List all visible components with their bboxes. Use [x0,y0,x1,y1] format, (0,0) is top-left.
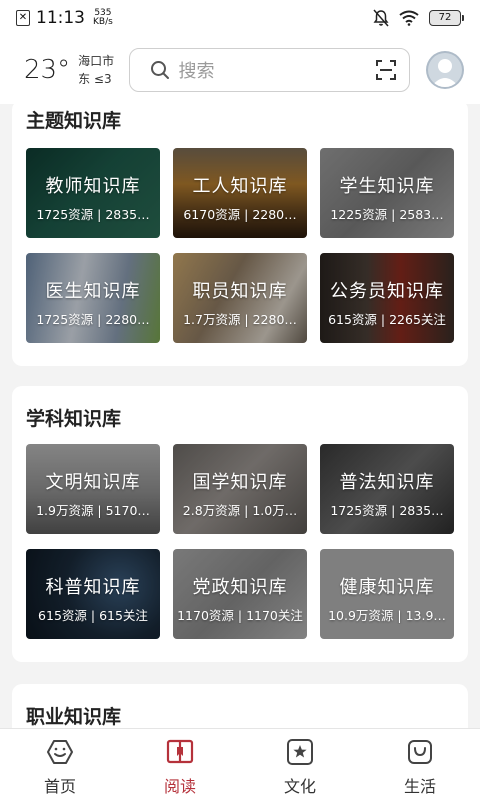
tile-name: 文明知识库 [45,472,141,493]
tile-stats: 615资源 | 2265关注 [328,312,446,327]
search-icon [151,61,170,79]
nav-label: 阅读 [163,777,196,796]
battery-icon: 72 [429,10,464,26]
temperature: 23° [24,55,71,85]
tile-law[interactable]: 普法知识库 1725资源 | 2835… [320,444,454,534]
tile-name: 科普知识库 [45,577,141,598]
nav-culture[interactable]: 文化 [240,729,360,800]
status-time: 11:13 [36,8,85,28]
tile-teacher[interactable]: 教师知识库 1725资源 | 2835… [26,148,160,238]
battery-level: 72 [429,10,461,26]
status-bar: ✕ 11:13 535 KB/s 72 [0,0,480,36]
tile-name: 职员知识库 [192,281,288,302]
tile-sinology[interactable]: 国学知识库 2.8万资源 | 1.0万… [173,444,307,534]
bag-icon [408,740,432,764]
tile-worker[interactable]: 工人知识库 6170资源 | 2280… [173,148,307,238]
tile-stats: 1725资源 | 2280… [36,312,150,327]
home-icon [47,740,73,764]
nav-life[interactable]: 生活 [360,729,480,800]
tile-name: 教师知识库 [45,176,141,197]
tile-stats: 2.8万资源 | 1.0万… [182,503,298,518]
search-placeholder: 搜索 [178,61,215,82]
nav-label: 文化 [283,777,316,796]
speed-unit: KB/s [93,17,113,27]
book-icon [166,739,194,764]
tile-doctor[interactable]: 医生知识库 1725资源 | 2280… [26,253,160,343]
nav-label: 生活 [403,777,436,796]
search-input[interactable]: 搜索 [129,48,411,92]
city-name: 海口市 [78,54,115,68]
tile-name: 公务员知识库 [330,281,444,302]
tile-student[interactable]: 学生知识库 1225资源 | 2583… [320,148,454,238]
tile-health[interactable]: 健康知识库 10.9万资源 | 13.9… [320,549,454,639]
section-title: 职业知识库 [26,706,122,728]
bottom-nav: 首页 阅读 文化 生活 [0,728,480,800]
tile-party[interactable]: 党政知识库 1170资源 | 1170关注 [173,549,307,639]
tile-civil-servant[interactable]: 公务员知识库 615资源 | 2265关注 [320,253,454,343]
tile-stats: 615资源 | 615关注 [38,608,148,623]
tile-name: 国学知识库 [192,472,288,493]
tile-science[interactable]: 科普知识库 615资源 | 615关注 [26,549,160,639]
star-icon [287,739,313,765]
network-speed: 535 KB/s [93,9,113,27]
weather-widget[interactable]: 23° 海口市 东 ≤3 [24,52,127,88]
tile-stats: 1725资源 | 2835… [330,503,444,518]
tile-name: 医生知识库 [45,281,141,302]
section-theme: 主题知识库 教师知识库 1725资源 | 2835… 工人知识库 6170资源 … [12,104,468,366]
nav-label: 首页 [43,777,76,796]
tile-civilization[interactable]: 文明知识库 1.9万资源 | 5170… [26,444,160,534]
nav-reading[interactable]: 阅读 [120,729,240,800]
avatar[interactable] [426,51,465,89]
wifi-icon [399,10,419,26]
user-icon [431,59,460,87]
section-career: 职业知识库 [12,684,468,728]
tile-stats: 10.9万资源 | 13.9… [328,608,446,623]
tile-stats: 1725资源 | 2835… [36,207,150,222]
tile-name: 健康知识库 [339,577,435,598]
section-title: 主题知识库 [26,110,122,132]
header: 23° 海口市 东 ≤3 搜索 [0,36,480,104]
tile-name: 党政知识库 [192,577,288,598]
tile-name: 工人知识库 [192,176,288,197]
tile-name: 普法知识库 [339,472,435,493]
section-title: 学科知识库 [26,408,122,430]
tile-stats: 1.7万资源 | 2280… [183,312,297,327]
tile-stats: 6170资源 | 2280… [183,207,297,222]
tile-staff[interactable]: 职员知识库 1.7万资源 | 2280… [173,253,307,343]
nav-home[interactable]: 首页 [0,729,120,800]
no-sim-icon: ✕ [16,10,30,26]
tile-stats: 1170资源 | 1170关注 [177,608,303,623]
section-subject: 学科知识库 文明知识库 1.9万资源 | 5170… 国学知识库 2.8万资源 … [12,386,468,662]
mute-bell-icon [373,9,389,27]
wind-info: 东 ≤3 [78,72,112,86]
tile-stats: 1.9万资源 | 5170… [36,503,150,518]
content-scroll[interactable]: 主题知识库 教师知识库 1725资源 | 2835… 工人知识库 6170资源 … [0,104,480,728]
scan-icon[interactable] [375,59,397,81]
tile-name: 学生知识库 [339,176,435,197]
tile-stats: 1225资源 | 2583… [330,207,444,222]
